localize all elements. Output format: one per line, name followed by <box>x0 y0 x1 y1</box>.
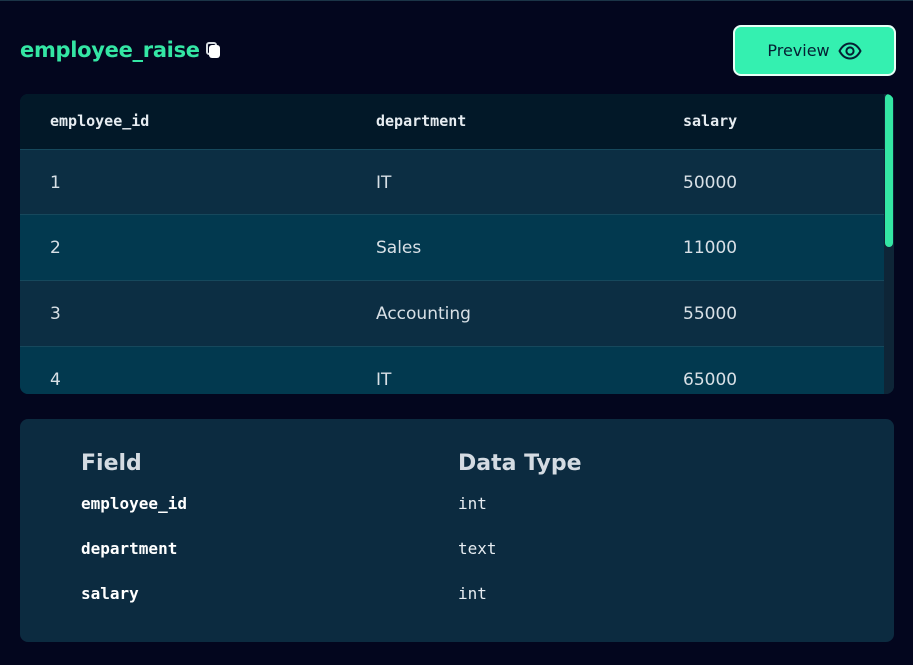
table-row[interactable]: 3 Accounting 55000 <box>20 280 884 346</box>
cell-department: IT <box>376 370 392 390</box>
schema-field-name: employee_id <box>81 494 187 513</box>
schema-field-type: int <box>458 584 487 603</box>
eye-icon <box>838 42 862 59</box>
vertical-scrollbar[interactable] <box>884 94 894 394</box>
cell-salary: 11000 <box>683 238 738 258</box>
cell-department: IT <box>376 173 392 193</box>
cell-salary: 65000 <box>683 370 738 390</box>
cell-department: Sales <box>376 238 422 258</box>
table-row[interactable]: 4 IT 65000 <box>20 346 884 394</box>
copy-icon[interactable] <box>205 42 221 60</box>
schema-field-type: int <box>458 494 487 513</box>
schema-field-type: text <box>458 539 497 558</box>
cell-salary: 50000 <box>683 173 738 193</box>
schema-header-type: Data Type <box>458 451 582 476</box>
cell-employee-id: 3 <box>50 304 61 324</box>
preview-button[interactable]: Preview <box>733 25 896 76</box>
schema-header-field: Field <box>81 451 142 476</box>
preview-button-label: Preview <box>767 41 830 60</box>
cell-employee-id: 4 <box>50 370 61 390</box>
page: employee_raise Preview employee_id depar… <box>0 0 913 665</box>
column-header[interactable]: employee_id <box>50 94 149 149</box>
table-header: employee_id department salary <box>20 94 884 149</box>
column-header[interactable]: department <box>376 94 466 149</box>
schema-field-name: salary <box>81 584 139 603</box>
table-row[interactable]: 1 IT 50000 <box>20 149 884 215</box>
title-row: employee_raise <box>20 38 221 62</box>
table-title: employee_raise <box>20 38 200 62</box>
cell-department: Accounting <box>376 304 471 324</box>
column-header[interactable]: salary <box>683 94 737 149</box>
scrollbar-thumb[interactable] <box>885 94 893 247</box>
data-table[interactable]: employee_id department salary 1 IT 50000… <box>20 94 894 394</box>
table-row[interactable]: 2 Sales 11000 <box>20 214 884 280</box>
cell-salary: 55000 <box>683 304 738 324</box>
cell-employee-id: 1 <box>50 173 61 193</box>
schema-panel: Field Data Type employee_id int departme… <box>20 419 894 642</box>
schema-field-name: department <box>81 539 178 558</box>
cell-employee-id: 2 <box>50 238 61 258</box>
